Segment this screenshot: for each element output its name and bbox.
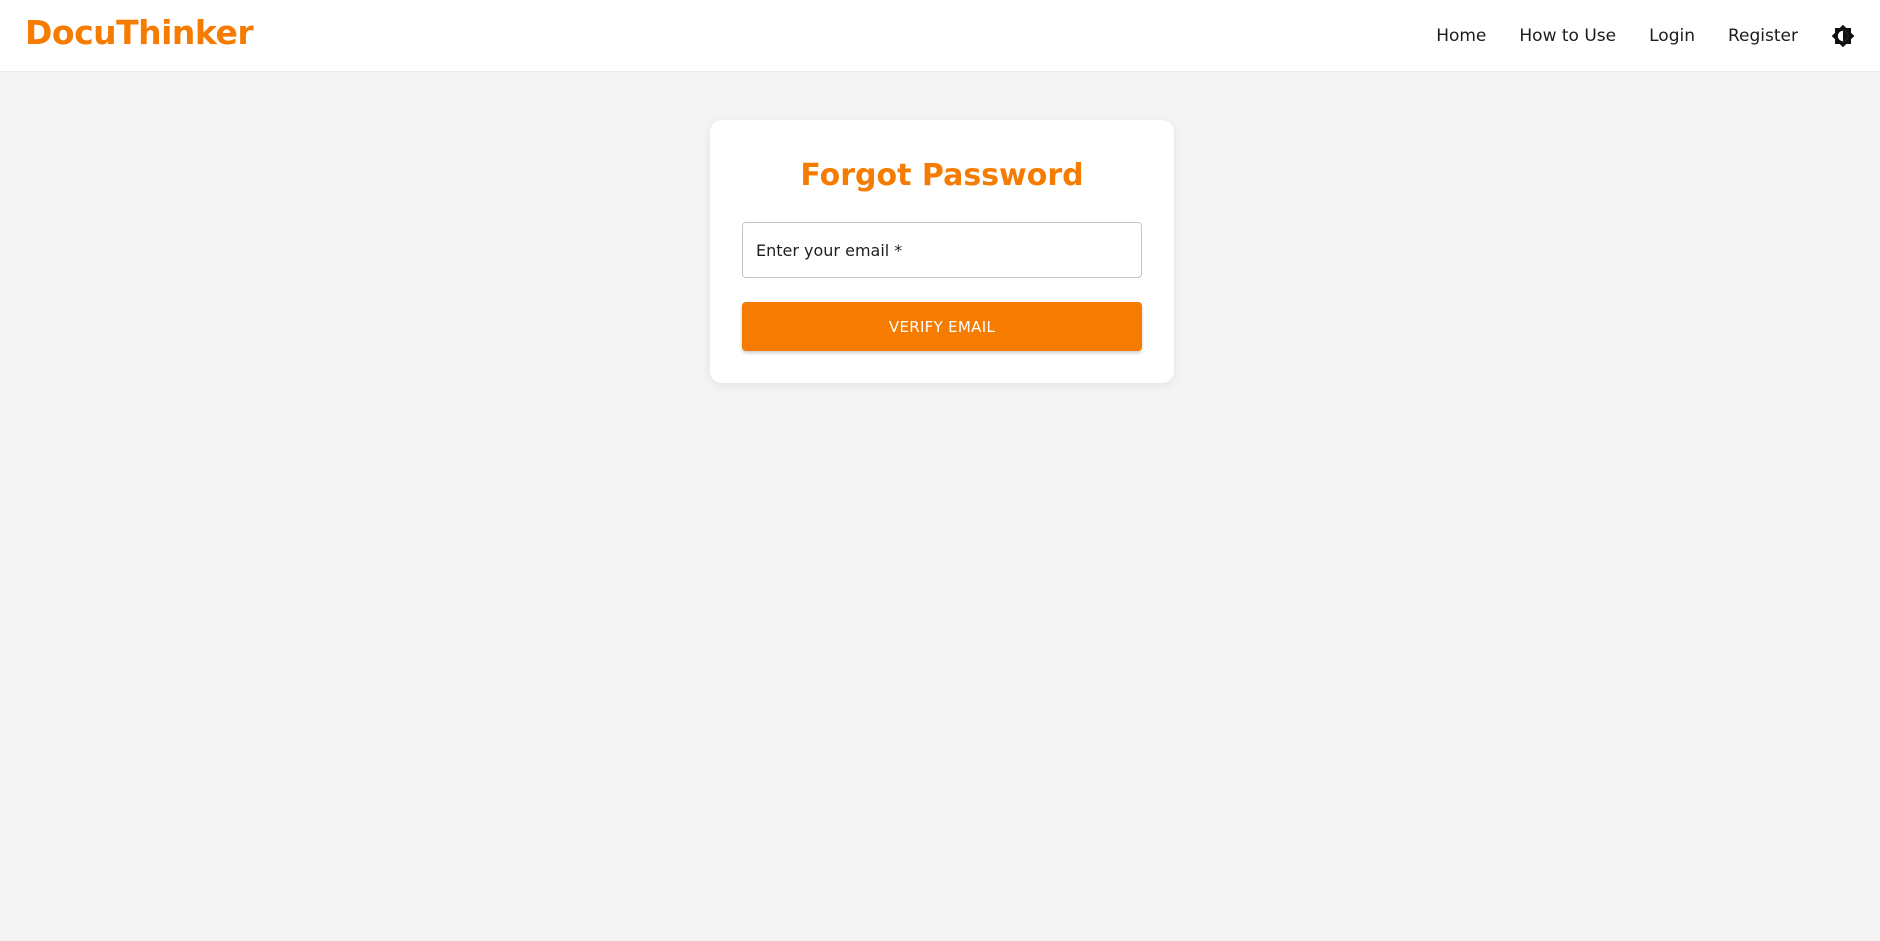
nav-how-to-use-link[interactable]: How to Use — [1519, 25, 1616, 47]
forgot-password-card: Forgot Password Enter your email * VERIF… — [710, 120, 1174, 383]
verify-email-button[interactable]: VERIFY EMAIL — [742, 302, 1142, 351]
nav-login-link[interactable]: Login — [1649, 25, 1695, 47]
top-navbar: DocuThinker Home How to Use Login Regist… — [0, 0, 1880, 72]
email-field-label: Enter your email * — [756, 240, 903, 260]
nav-links: Home How to Use Login Register — [1403, 0, 1880, 72]
brightness-icon — [1831, 24, 1855, 48]
email-input[interactable]: Enter your email * — [742, 222, 1142, 278]
theme-toggle-button[interactable] — [1830, 23, 1856, 49]
nav-home-link[interactable]: Home — [1436, 25, 1486, 47]
brand-logo[interactable]: DocuThinker — [25, 13, 254, 53]
nav-register-link[interactable]: Register — [1728, 25, 1798, 47]
page-title: Forgot Password — [800, 158, 1084, 193]
